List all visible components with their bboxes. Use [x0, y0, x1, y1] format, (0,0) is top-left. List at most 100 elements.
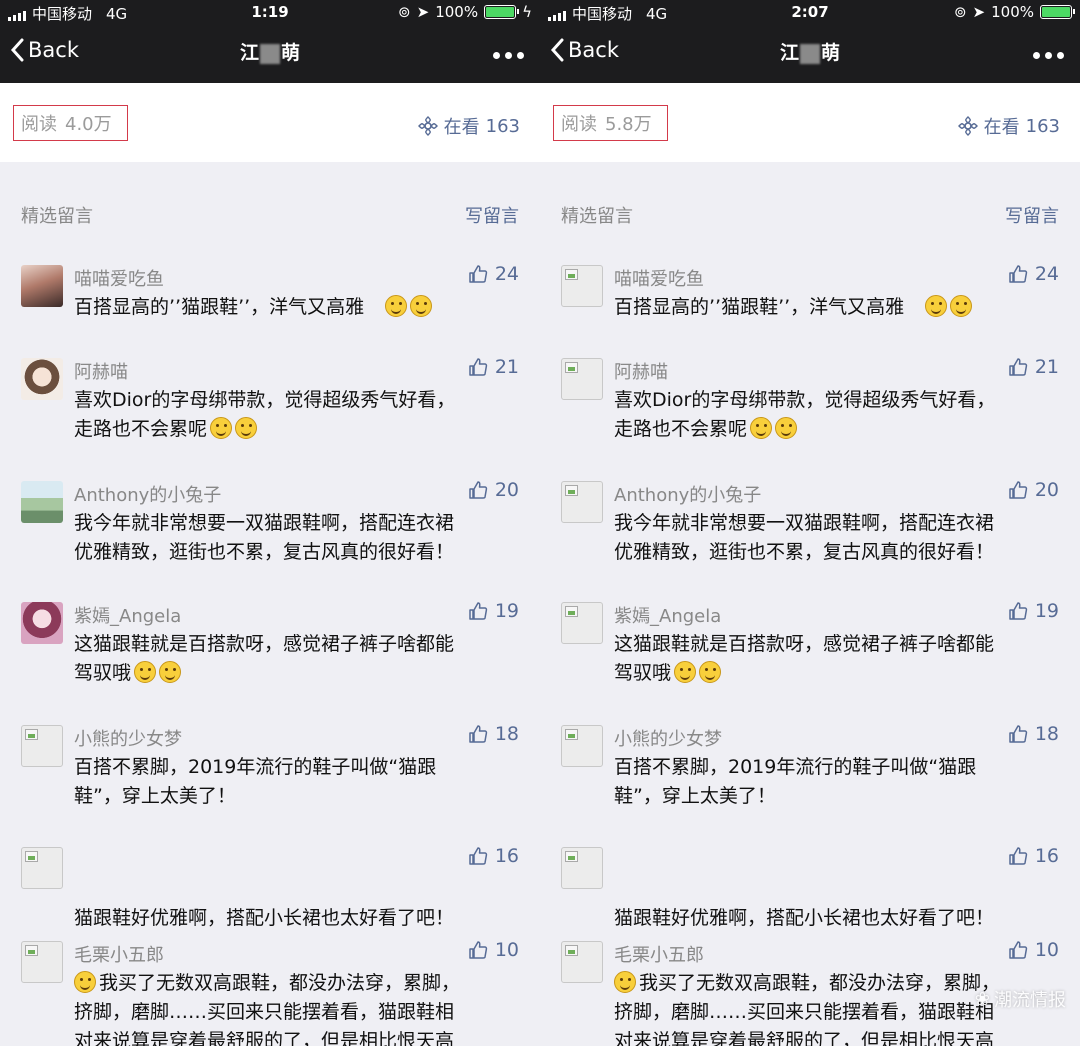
- status-bar: 中国移动 4G 2:07 ⊚ ➤ 100%: [540, 0, 1080, 26]
- grin-emoji-icon: [925, 295, 948, 317]
- smile-emoji-icon: [775, 417, 798, 439]
- like-button[interactable]: 18: [1008, 723, 1059, 745]
- avatar: [21, 725, 63, 767]
- thumbs-up-icon: [1009, 725, 1027, 743]
- thumbs-up-icon: [469, 358, 487, 376]
- comment-text: 这猫跟鞋就是百搭款呀，感觉裙子裤子啥都能 驾驭哦: [74, 633, 455, 684]
- read-count: 4.0万: [65, 114, 112, 135]
- like-count: 16: [1034, 845, 1059, 867]
- flower-icon: [417, 116, 438, 136]
- avatar: [21, 602, 63, 644]
- avatar: [561, 358, 603, 400]
- battery-icon: [1040, 5, 1075, 19]
- like-button[interactable]: 21: [1008, 356, 1059, 378]
- like-button[interactable]: 20: [1008, 479, 1059, 501]
- battery-icon: [484, 5, 520, 19]
- like-button[interactable]: 24: [468, 263, 519, 285]
- comment-text: 这猫跟鞋就是百搭款呀，感觉裙子裤子啥都能 驾驭哦: [614, 633, 995, 684]
- like-count: 19: [494, 600, 519, 622]
- avatar: [21, 941, 63, 983]
- thumbs-up-icon: [469, 481, 487, 499]
- thinking-emoji-icon: [159, 661, 182, 683]
- more-options-icon[interactable]: [493, 52, 524, 59]
- like-count: 19: [1034, 600, 1059, 622]
- lock-rotation-icon: ⊚: [398, 3, 411, 21]
- thumbs-up-icon: [1009, 847, 1027, 865]
- battery-percent: 100%: [991, 3, 1034, 21]
- lock-rotation-icon: ⊚: [953, 3, 967, 21]
- write-comment-button[interactable]: 写留言: [465, 202, 519, 228]
- thumbs-up-icon: [1009, 265, 1027, 283]
- thinking-emoji-icon: [74, 971, 96, 993]
- avatar: [561, 725, 603, 767]
- watching-button[interactable]: 在看 163: [957, 113, 1060, 139]
- comment-text: 百搭不累脚，2019年流行的鞋子叫做“猫跟 鞋”，穿上太美了！: [614, 756, 977, 807]
- avatar: [561, 847, 603, 889]
- nav-bar: Back 江萌: [540, 26, 1080, 83]
- location-icon: ➤: [416, 3, 430, 21]
- broken-image-icon: [25, 729, 38, 740]
- like-count: 21: [1034, 356, 1059, 378]
- featured-comments-label: 精选留言: [561, 206, 633, 227]
- avatar: [561, 941, 603, 983]
- like-count: 10: [494, 939, 519, 961]
- like-button[interactable]: 20: [468, 479, 519, 501]
- like-button[interactable]: 19: [1008, 600, 1059, 622]
- watching-count: 163: [1025, 115, 1060, 137]
- comment-author: Anthony的小兔子: [614, 485, 762, 506]
- comment-text: 猫跟鞋好优雅啊，搭配小长裙也太好看了吧！: [614, 907, 995, 929]
- broken-image-icon: [25, 851, 38, 862]
- like-count: 18: [494, 723, 519, 745]
- comment-author: 紫嫣_Angela: [74, 606, 182, 627]
- read-count-highlight: 阅读 4.0万: [13, 105, 128, 141]
- broken-image-icon: [565, 729, 578, 740]
- comment-author: 阿赫喵: [74, 362, 128, 383]
- thinking-emoji-icon: [674, 661, 697, 683]
- thumbs-up-icon: [1009, 941, 1027, 959]
- like-button[interactable]: 18: [468, 723, 519, 745]
- watermark: ❀ 潮流情报: [975, 986, 1066, 1012]
- avatar: [561, 602, 603, 644]
- avatar: [561, 265, 603, 307]
- like-button[interactable]: 10: [468, 939, 519, 961]
- redacted-block: [800, 43, 820, 64]
- comment-author: 小熊的少女梦: [74, 729, 182, 750]
- broken-image-icon: [565, 606, 578, 617]
- thinking-emoji-icon: [699, 661, 722, 683]
- like-button[interactable]: 16: [468, 845, 519, 867]
- broken-image-icon: [565, 945, 578, 956]
- watching-label: 在看: [983, 117, 1020, 138]
- smile-emoji-icon: [210, 417, 233, 439]
- like-button[interactable]: 10: [1008, 939, 1059, 961]
- thumbs-up-icon: [469, 265, 487, 283]
- thinking-emoji-icon: [134, 661, 157, 683]
- like-button[interactable]: 21: [468, 356, 519, 378]
- like-button[interactable]: 24: [1008, 263, 1059, 285]
- read-count-highlight: 阅读 5.8万: [553, 105, 668, 141]
- thumbs-up-icon: [469, 602, 487, 620]
- comment-text: 百搭显高的’’猫跟鞋’’，洋气又高雅: [614, 293, 1050, 322]
- wechat-logo-icon: ❀: [974, 988, 990, 1010]
- smile-emoji-icon: [235, 417, 258, 439]
- thumbs-up-icon: [469, 847, 487, 865]
- avatar: [21, 265, 63, 307]
- read-stats-bar: 阅读 4.0万 在看 163: [0, 83, 540, 162]
- more-options-icon[interactable]: [1033, 52, 1064, 59]
- comment-author: Anthony的小兔子: [74, 485, 222, 506]
- page-title: 江萌: [239, 42, 301, 64]
- thumbs-up-icon: [1009, 358, 1027, 376]
- watching-button[interactable]: 在看 163: [417, 113, 520, 139]
- location-icon: ➤: [972, 3, 986, 21]
- like-button[interactable]: 19: [468, 600, 519, 622]
- broken-image-icon: [565, 851, 578, 862]
- broken-image-icon: [25, 945, 38, 956]
- left-phone-screen: 中国移动 4G 1:19 ⊚ ➤ 100% ϟ Back 江萌 阅读 4.0万 …: [0, 0, 540, 1046]
- write-comment-button[interactable]: 写留言: [1005, 202, 1059, 228]
- comments-header: 精选留言 写留言: [540, 174, 1080, 236]
- like-count: 24: [1034, 263, 1059, 285]
- comment-author: 小熊的少女梦: [614, 729, 722, 750]
- like-button[interactable]: 16: [1008, 845, 1059, 867]
- like-count: 21: [494, 356, 519, 378]
- page-title: 江萌: [779, 42, 841, 64]
- watermark-text: 潮流情报: [994, 990, 1066, 1011]
